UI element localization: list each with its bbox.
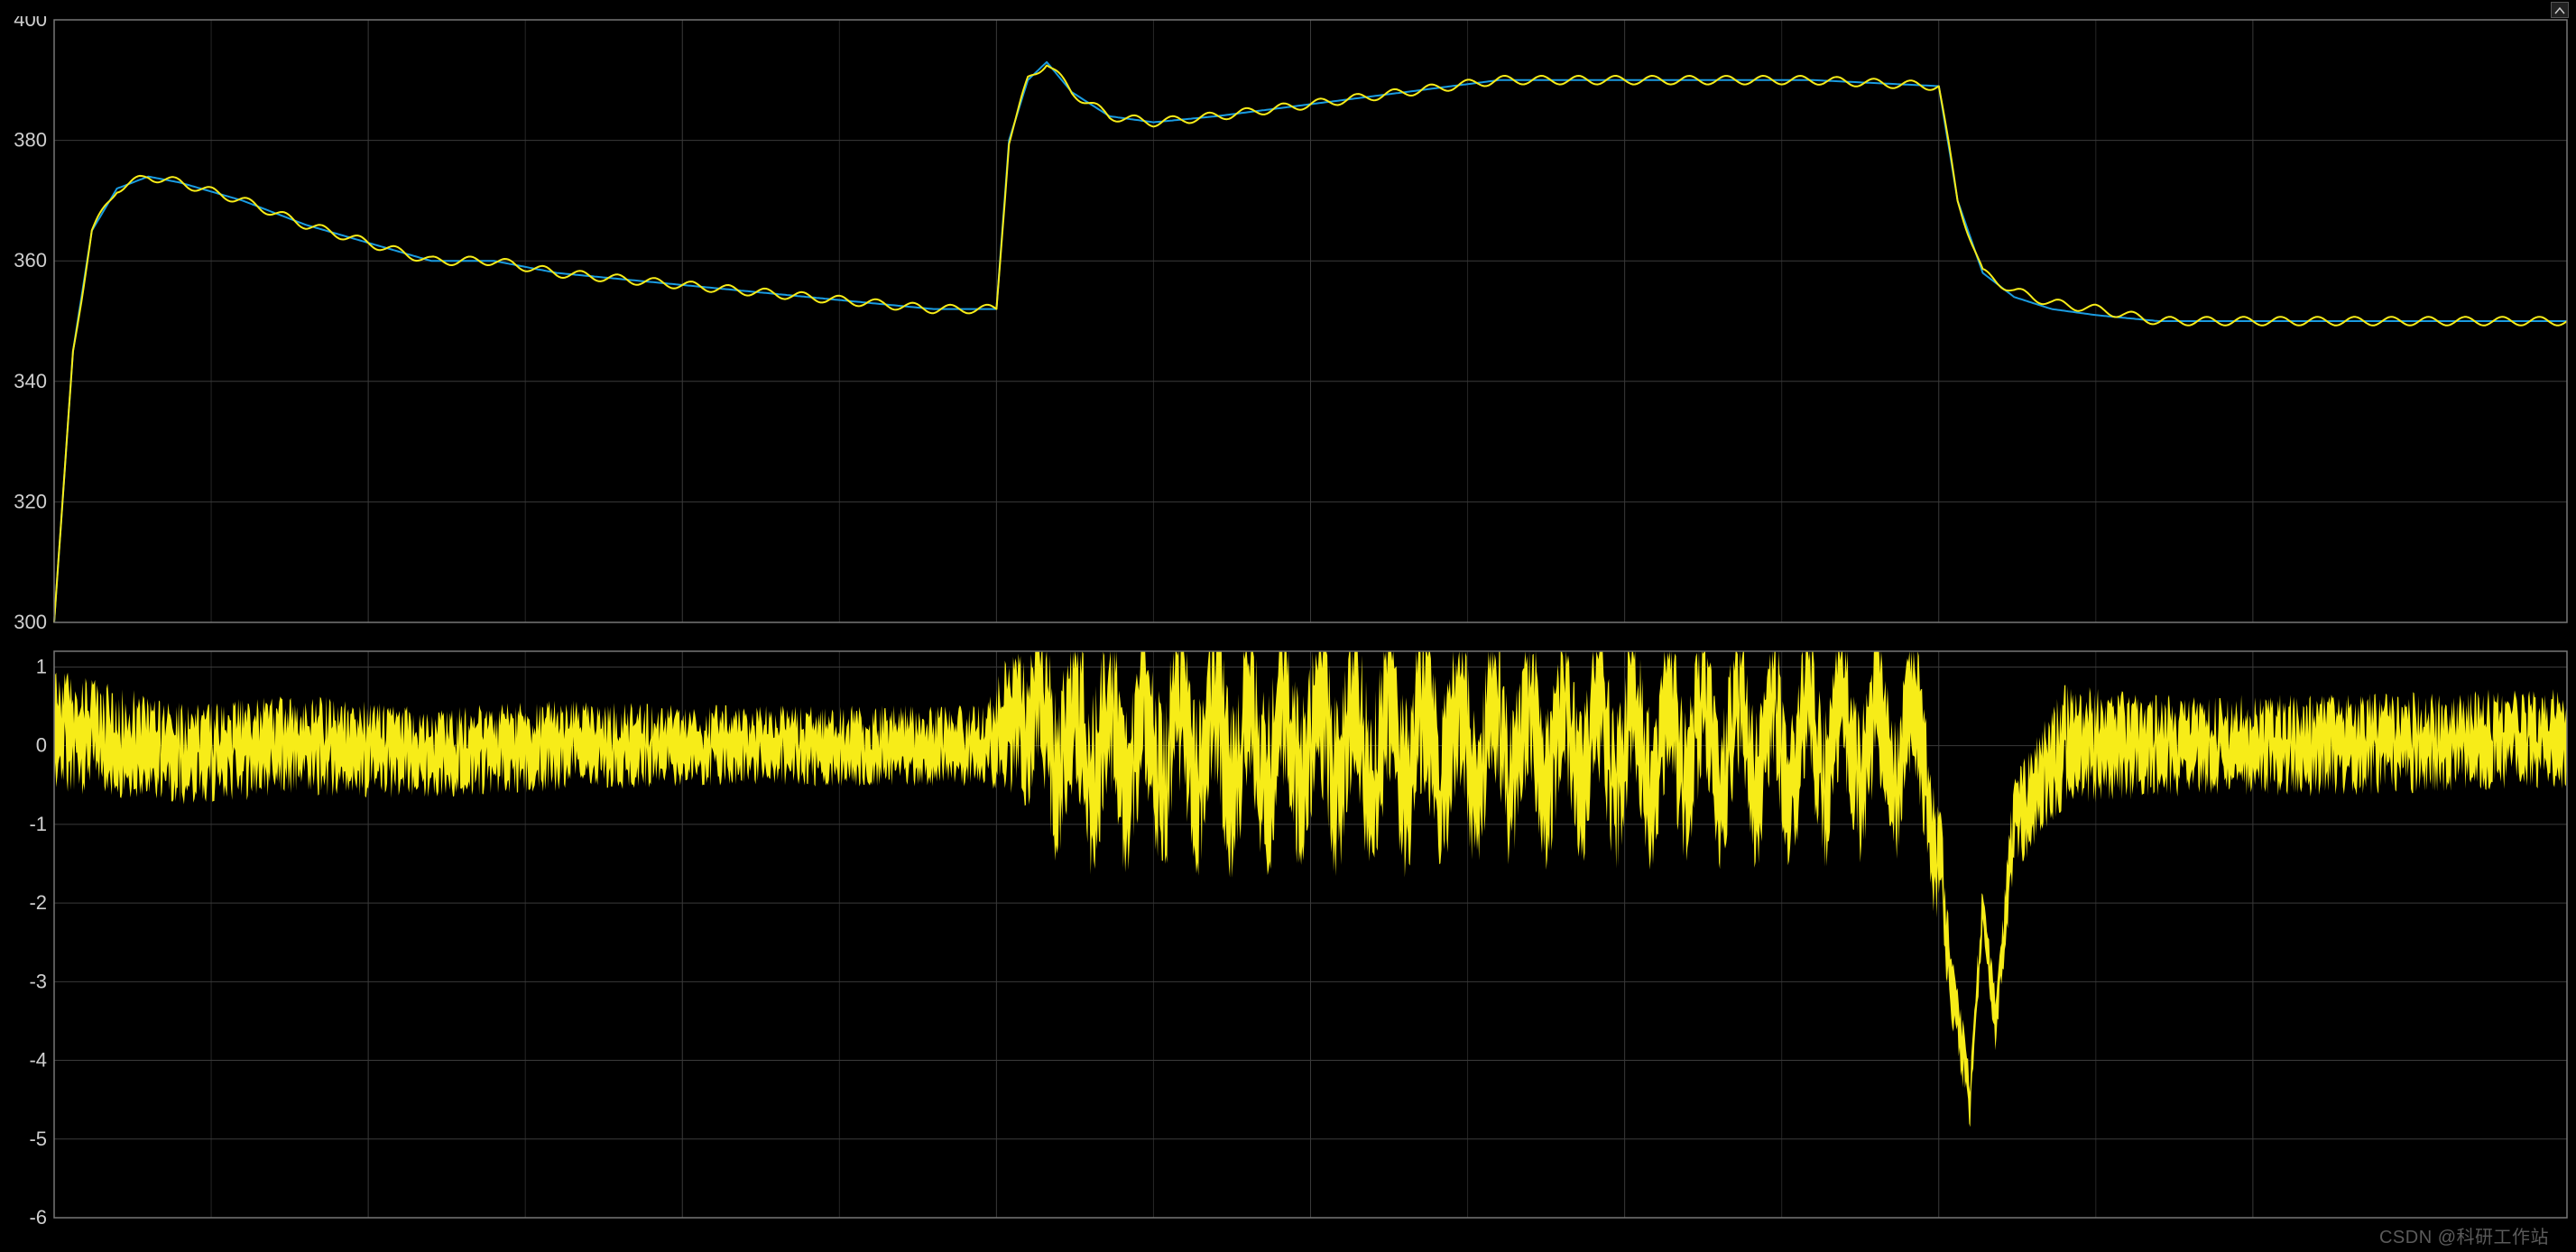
y-tick-label: 1 bbox=[36, 655, 47, 677]
x-tick-label: 0.3 bbox=[1925, 1223, 1953, 1225]
y-tick-label: -4 bbox=[29, 1049, 47, 1072]
x-tick-label: 0.2 bbox=[1297, 1223, 1325, 1225]
y-tick-label: 300 bbox=[14, 611, 47, 630]
upper-plot[interactable]: 300 320 340 360 380 400 bbox=[0, 16, 2576, 630]
scope-window: 300 320 340 360 380 400 -6 -5 -4 -3 -2 -1 0 1 0 0.05 0… bbox=[0, 0, 2576, 1252]
y-tick-label: -2 bbox=[29, 891, 47, 914]
y-tick-label: -6 bbox=[29, 1206, 47, 1225]
y-tick-label: 380 bbox=[14, 129, 47, 152]
x-tick-label: 0.1 bbox=[669, 1223, 697, 1225]
y-tick-label: -3 bbox=[29, 970, 47, 992]
y-tick-label: 340 bbox=[14, 370, 47, 392]
lower-plot[interactable]: -6 -5 -4 -3 -2 -1 0 1 0 0.05 0.1 0.15 0.2 0.25 0.3 0.3… bbox=[0, 648, 2576, 1225]
y-tick-label: 400 bbox=[14, 16, 47, 31]
x-tick-label: 0.25 bbox=[1605, 1223, 1644, 1225]
x-tick-label: 0 bbox=[49, 1223, 60, 1225]
x-tick-label: 0.05 bbox=[349, 1223, 388, 1225]
y-tick-label: -5 bbox=[29, 1128, 47, 1150]
x-tick-label: 0.35 bbox=[2233, 1223, 2272, 1225]
y-tick-label: 360 bbox=[14, 249, 47, 272]
watermark-text: CSDN @科研工作站 bbox=[2379, 1222, 2549, 1248]
x-tick-label: 0.15 bbox=[977, 1223, 1016, 1225]
y-tick-label: 320 bbox=[14, 490, 47, 512]
y-tick-label: -1 bbox=[29, 813, 47, 835]
y-tick-label: 0 bbox=[36, 734, 47, 757]
